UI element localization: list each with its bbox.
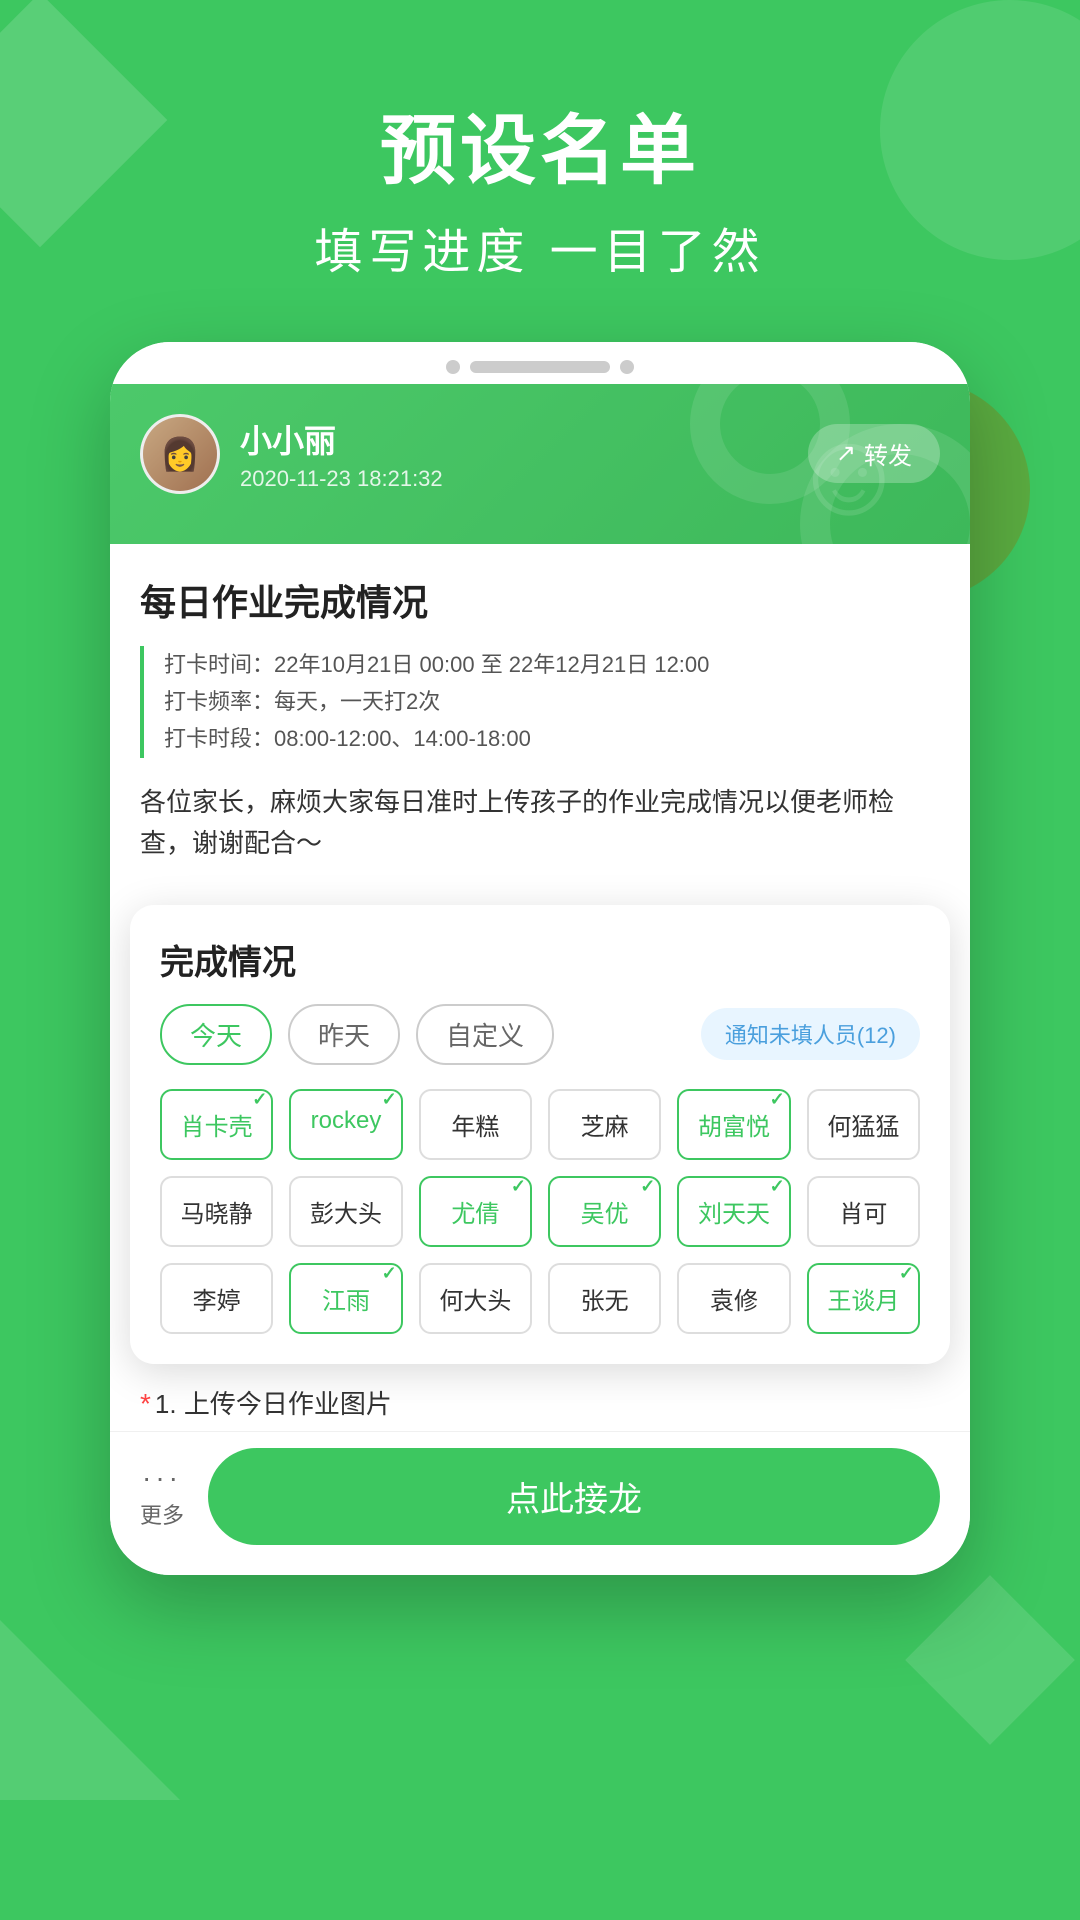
phone-dot: [446, 360, 460, 374]
notify-button[interactable]: 通知未填人员(12): [701, 1008, 920, 1060]
content-title: 每日作业完成情况: [140, 574, 940, 626]
bottom-bar: ··· 更多 点此接龙: [110, 1431, 970, 1575]
more-label: 更多: [140, 1498, 184, 1530]
more-dots: ···: [142, 1462, 182, 1494]
filter-custom[interactable]: 自定义: [416, 1004, 554, 1065]
more-button[interactable]: ··· 更多: [140, 1462, 184, 1530]
card-user-info: 小小丽 2020-11-23 18:21:32: [240, 416, 443, 492]
info-line-2: 打卡频率：每天，一天打2次: [164, 683, 940, 720]
phone-dot-2: [620, 360, 634, 374]
diamond-br-shape: [905, 1575, 1075, 1745]
user-name: 小小丽: [240, 416, 443, 462]
name-item-15: 张无: [548, 1263, 661, 1334]
name-item-0: 肖卡壳: [160, 1089, 273, 1160]
phone-mockup: ☺ 👩 小小丽 2020-11-23 18:21:32 ↗ 转发: [110, 342, 970, 1575]
forward-label: 转发: [864, 436, 912, 471]
avatar: 👩: [140, 414, 220, 494]
required-star: *: [140, 1388, 151, 1419]
page-title: 预设名单: [0, 110, 1080, 194]
user-time: 2020-11-23 18:21:32: [240, 466, 443, 492]
name-item-10: 刘天天: [677, 1176, 790, 1247]
name-item-3: 芝麻: [548, 1089, 661, 1160]
name-item-5: 何猛猛: [807, 1089, 920, 1160]
info-line-3: 打卡时段：08:00-12:00、14:00-18:00: [164, 720, 940, 757]
avatar-image: 👩: [143, 417, 217, 491]
info-block: 打卡时间：22年10月21日 00:00 至 22年12月21日 12:00 打…: [140, 646, 940, 758]
name-item-4: 胡富悦: [677, 1089, 790, 1160]
name-item-7: 彭大头: [289, 1176, 402, 1247]
name-item-12: 李婷: [160, 1263, 273, 1334]
name-item-6: 马晓静: [160, 1176, 273, 1247]
triangle-shape: [0, 1620, 180, 1800]
name-item-13: 江雨: [289, 1263, 402, 1334]
name-item-8: 尤倩: [419, 1176, 532, 1247]
required-field-line: *1. 上传今日作业图片: [110, 1364, 970, 1431]
content-description: 各位家长，麻烦大家每日准时上传孩子的作业完成情况以便老师检查，谢谢配合～: [140, 782, 940, 865]
card-user-left: 👩 小小丽 2020-11-23 18:21:32: [140, 414, 443, 494]
filter-yesterday[interactable]: 昨天: [288, 1004, 400, 1065]
name-item-1: rockey: [289, 1089, 402, 1160]
name-grid: 肖卡壳rockey年糕芝麻胡富悦何猛猛马晓静彭大头尤倩吴优刘天天肖可李婷江雨何大…: [160, 1089, 920, 1334]
status-card: 完成情况 今天 昨天 自定义 通知未填人员(12) 肖卡壳rockey年糕芝麻胡…: [130, 905, 950, 1364]
card-header: ☺ 👩 小小丽 2020-11-23 18:21:32 ↗ 转发: [110, 384, 970, 544]
submit-button[interactable]: 点此接龙: [208, 1448, 940, 1545]
forward-icon: ↗: [836, 439, 856, 468]
status-title: 完成情况: [160, 935, 920, 984]
info-line-1: 打卡时间：22年10月21日 00:00 至 22年12月21日 12:00: [164, 646, 940, 683]
name-item-2: 年糕: [419, 1089, 532, 1160]
name-item-9: 吴优: [548, 1176, 661, 1247]
phone-mockup-wrapper: ☺ 👩 小小丽 2020-11-23 18:21:32 ↗ 转发: [0, 342, 1080, 1575]
filter-today[interactable]: 今天: [160, 1004, 272, 1065]
card-user-row: 👩 小小丽 2020-11-23 18:21:32 ↗ 转发: [140, 414, 940, 494]
name-item-16: 袁修: [677, 1263, 790, 1334]
filter-row: 今天 昨天 自定义 通知未填人员(12): [160, 1004, 920, 1065]
header-section: 预设名单 填写进度 一目了然: [0, 0, 1080, 342]
page-subtitle: 填写进度 一目了然: [0, 212, 1080, 282]
forward-button[interactable]: ↗ 转发: [808, 424, 940, 483]
name-item-17: 王谈月: [807, 1263, 920, 1334]
phone-top-bar: [110, 342, 970, 384]
required-field-text: 1. 上传今日作业图片: [155, 1389, 392, 1419]
phone-speaker: [470, 361, 610, 373]
name-item-14: 何大头: [419, 1263, 532, 1334]
content-area: 每日作业完成情况 打卡时间：22年10月21日 00:00 至 22年12月21…: [110, 544, 970, 905]
name-item-11: 肖可: [807, 1176, 920, 1247]
